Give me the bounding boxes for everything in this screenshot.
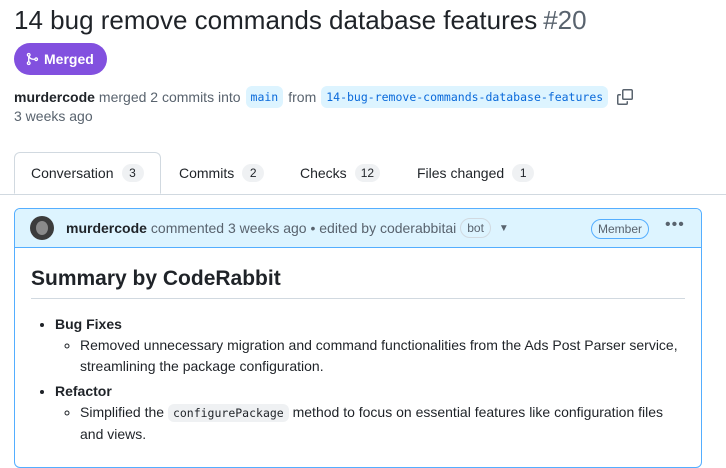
pr-time-ago: 3 weeks ago: [14, 108, 93, 124]
tab-counter: 2: [242, 164, 265, 182]
section-heading: Bug Fixes: [55, 316, 122, 332]
member-role-badge: Member: [591, 219, 650, 239]
list-item: Bug Fixes Removed unnecessary migration …: [55, 314, 685, 377]
kebab-horizontal-icon[interactable]: •••: [665, 216, 685, 234]
triangle-down-icon[interactable]: ▼: [499, 223, 509, 234]
list-item: Removed unnecessary migration and comman…: [80, 335, 685, 377]
summary-list: Bug Fixes Removed unnecessary migration …: [31, 314, 685, 445]
comment-author-link[interactable]: murdercode: [66, 220, 147, 236]
tab-counter: 3: [121, 164, 144, 182]
tab-counter: 1: [512, 164, 535, 182]
from-text: from: [288, 89, 317, 105]
list-item: Refactor Simplified the configurePackage…: [55, 381, 685, 445]
base-branch-link[interactable]: main: [245, 86, 284, 108]
pr-meta-line: murdercode merged 2 commits into main fr…: [14, 86, 634, 108]
pr-author-link[interactable]: murdercode: [14, 87, 95, 107]
tab-conversation[interactable]: Conversation 3: [14, 152, 161, 194]
pr-tabs: Conversation 3 Commits 2 Checks 12 Files ch…: [0, 152, 726, 195]
pr-number: #20: [543, 5, 587, 35]
git-merge-icon: [26, 52, 39, 66]
merge-text: merged 2 commits into: [98, 89, 241, 105]
list-item: Simplified the configurePackage method t…: [80, 402, 685, 445]
merged-status-label: Merged: [44, 51, 94, 67]
avatar[interactable]: [30, 216, 54, 240]
tab-label: Checks: [300, 165, 347, 181]
comment-header: murdercode commented 3 weeks ago • edite…: [15, 209, 701, 248]
pr-title-text: 14 bug remove commands database features: [14, 5, 538, 35]
comment-body: Summary by CodeRabbit Bug Fixes Removed …: [15, 248, 701, 445]
tab-label: Conversation: [31, 165, 114, 181]
tab-checks[interactable]: Checks 12: [300, 152, 381, 194]
copy-icon[interactable]: [617, 89, 634, 105]
bot-label: bot: [460, 218, 491, 238]
summary-heading: Summary by CodeRabbit: [31, 264, 685, 299]
tab-counter: 12: [354, 164, 381, 182]
tab-label: Commits: [179, 165, 235, 181]
merged-status-badge: Merged: [14, 43, 107, 75]
section-heading: Refactor: [55, 383, 112, 399]
comment-box: murdercode commented 3 weeks ago • edite…: [14, 208, 702, 468]
item-text: Simplified the: [80, 404, 165, 420]
tab-label: Files changed: [417, 165, 505, 181]
pr-title: 14 bug remove commands database features…: [14, 4, 587, 36]
head-branch-link[interactable]: 14-bug-remove-commands-database-features: [321, 86, 609, 108]
tab-commits[interactable]: Commits 2: [179, 152, 265, 194]
comment-meta: commented 3 weeks ago • edited by codera…: [150, 220, 457, 236]
tab-files-changed[interactable]: Files changed 1: [417, 152, 535, 194]
inline-code: configurePackage: [167, 404, 289, 422]
